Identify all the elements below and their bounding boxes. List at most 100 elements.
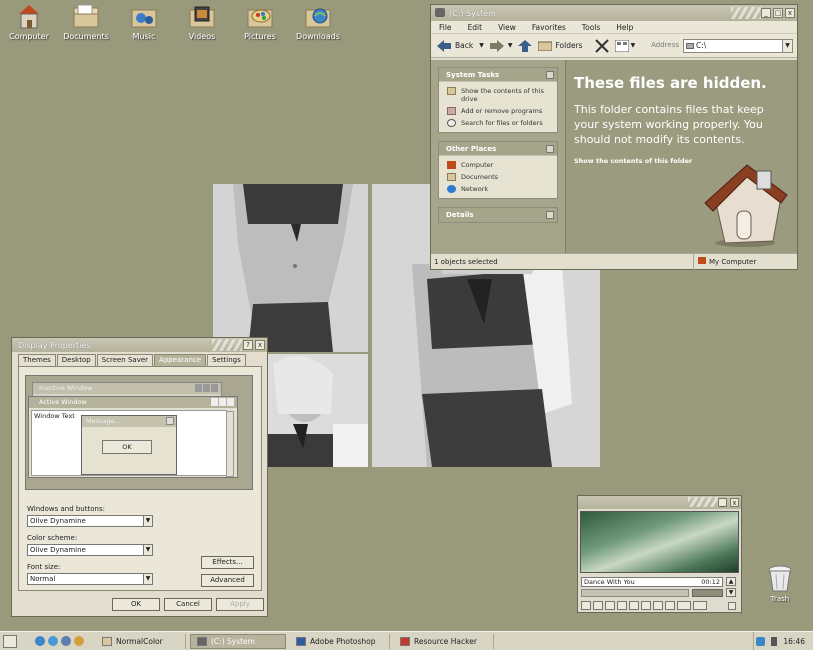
place-documents[interactable]: Documents <box>439 171 557 183</box>
playlist-icon[interactable] <box>653 601 663 610</box>
previous-icon[interactable] <box>605 601 615 610</box>
chevron-down-icon[interactable]: ▼ <box>508 42 513 49</box>
media-icon[interactable] <box>61 636 71 646</box>
taskbar-item-photoshop[interactable]: Adobe Photoshop <box>290 633 390 649</box>
chevron-down-icon[interactable]: ▼ <box>143 516 152 526</box>
volume-tray-icon[interactable] <box>771 636 778 646</box>
tools-button[interactable] <box>594 38 609 53</box>
computer-house-icon <box>14 2 44 30</box>
menu-help[interactable]: Help <box>608 23 641 32</box>
tab-desktop[interactable]: Desktop <box>56 354 96 366</box>
media-player-window[interactable]: _ x Dance With You 00:12 ▲ ▼ <box>577 495 742 613</box>
next-icon[interactable] <box>617 601 627 610</box>
system-tasks-header[interactable]: System Tasks <box>439 68 557 82</box>
play-icon[interactable] <box>581 601 591 610</box>
collapse-icon[interactable] <box>546 145 554 153</box>
browser-icon[interactable] <box>35 636 45 646</box>
back-arrow-icon <box>437 39 451 52</box>
hidden-text: This folder contains files that keep you… <box>574 103 764 146</box>
task-add-remove-programs[interactable]: Add or remove programs <box>439 105 557 117</box>
advanced-button[interactable]: Advanced <box>201 574 254 587</box>
clock[interactable]: 16:46 <box>783 637 805 646</box>
tab-themes[interactable]: Themes <box>18 354 56 366</box>
minimize-button[interactable]: _ <box>718 498 727 507</box>
explorer-window[interactable]: (C:) System _ □ x File Edit View Favorit… <box>430 4 798 270</box>
cancel-button[interactable]: Cancel <box>164 598 212 611</box>
repeat-icon[interactable] <box>665 601 675 610</box>
task-search[interactable]: Search for files or folders <box>439 117 557 129</box>
expand-icon[interactable] <box>546 211 554 219</box>
house-icon <box>704 164 788 247</box>
tab-appearance[interactable]: Appearance <box>154 354 207 366</box>
views-button[interactable]: ▼ <box>614 39 636 52</box>
desktop-icon-music[interactable]: Music <box>115 2 173 41</box>
fast-forward-icon[interactable] <box>641 601 651 610</box>
address-field[interactable]: C:\ ▼ <box>683 39 793 53</box>
volume-slider[interactable] <box>692 589 723 597</box>
windows-buttons-select[interactable]: Olive Dynamine ▼ <box>27 515 153 527</box>
seek-bar[interactable] <box>581 589 689 597</box>
menu-edit[interactable]: Edit <box>460 23 491 32</box>
desktop-icon-videos[interactable]: Videos <box>173 2 231 41</box>
display-properties-window[interactable]: Display Properties ? x Themes Desktop Sc… <box>11 337 268 617</box>
chevron-down-icon[interactable]: ▼ <box>782 40 792 52</box>
menu-view[interactable]: View <box>490 23 524 32</box>
apply-button[interactable]: Apply <box>216 598 264 611</box>
desktop-icon-computer[interactable]: Computer <box>0 2 58 41</box>
collapse-icon[interactable] <box>546 71 554 79</box>
menu-tools[interactable]: Tools <box>574 23 608 32</box>
chevron-down-icon[interactable]: ▼ <box>143 574 152 584</box>
desktop-icon-downloads[interactable]: Downloads <box>289 2 347 41</box>
task-show-contents[interactable]: Show the contents of this drive <box>439 85 557 105</box>
tab-screen-saver[interactable]: Screen Saver <box>96 354 154 366</box>
close-button[interactable]: x <box>785 8 795 18</box>
minimize-button[interactable]: _ <box>761 8 771 18</box>
back-button[interactable]: Back ▼ <box>437 39 484 52</box>
messenger-icon[interactable] <box>74 636 84 646</box>
close-button[interactable]: x <box>730 498 739 507</box>
volume-up-button[interactable]: ▲ <box>726 577 736 586</box>
shuffle-icon[interactable] <box>693 601 707 610</box>
chevron-down-icon[interactable]: ▼ <box>143 545 152 555</box>
rewind-icon[interactable] <box>629 601 639 610</box>
font-size-select[interactable]: Normal ▼ <box>27 573 153 585</box>
photoshop-icon <box>296 636 306 646</box>
internet-icon[interactable] <box>48 636 58 646</box>
eject-icon[interactable] <box>728 602 736 610</box>
desktop-icon-pictures[interactable]: Pictures <box>231 2 289 41</box>
forward-button[interactable]: ▼ <box>489 39 513 52</box>
effects-button[interactable]: Effects... <box>201 556 254 569</box>
taskbar-item-system[interactable]: (C:) System <box>190 633 286 649</box>
explorer-title-bar[interactable]: (C:) System _ □ x <box>431 5 797 21</box>
details-header[interactable]: Details <box>439 208 557 222</box>
equalizer-icon[interactable] <box>677 601 691 610</box>
stop-icon[interactable] <box>593 601 603 610</box>
start-button[interactable] <box>3 634 17 648</box>
chevron-down-icon[interactable]: ▼ <box>631 42 636 49</box>
network-tray-icon[interactable] <box>756 636 766 646</box>
taskbar-item-normalcolor[interactable]: NormalColor <box>96 633 186 649</box>
window-text: Window Text <box>34 412 75 420</box>
taskbar-item-resource-hacker[interactable]: Resource Hacker <box>394 633 494 649</box>
color-scheme-select[interactable]: Olive Dynamine ▼ <box>27 544 153 556</box>
desktop-icon-trash[interactable]: Trash <box>763 565 797 603</box>
ok-button[interactable]: OK <box>112 598 160 611</box>
help-button[interactable]: ? <box>243 340 253 350</box>
up-button[interactable] <box>518 39 533 52</box>
desktop-icon-documents[interactable]: Documents <box>57 2 115 41</box>
place-network[interactable]: Network <box>439 183 557 195</box>
desktop-icon-label: Music <box>132 32 156 41</box>
maximize-button[interactable]: □ <box>773 8 783 18</box>
volume-down-button[interactable]: ▼ <box>726 588 736 597</box>
task-label: Search for files or folders <box>461 119 543 127</box>
tab-settings[interactable]: Settings <box>207 354 246 366</box>
chevron-down-icon[interactable]: ▼ <box>479 42 484 49</box>
media-player-title-bar[interactable]: _ x <box>578 496 741 509</box>
other-places-header[interactable]: Other Places <box>439 142 557 156</box>
display-properties-title-bar[interactable]: Display Properties ? x <box>12 338 267 352</box>
place-computer[interactable]: Computer <box>439 159 557 171</box>
menu-favorites[interactable]: Favorites <box>524 23 574 32</box>
folders-button[interactable]: Folders <box>538 40 583 51</box>
close-button[interactable]: x <box>255 340 265 350</box>
menu-file[interactable]: File <box>431 23 460 32</box>
